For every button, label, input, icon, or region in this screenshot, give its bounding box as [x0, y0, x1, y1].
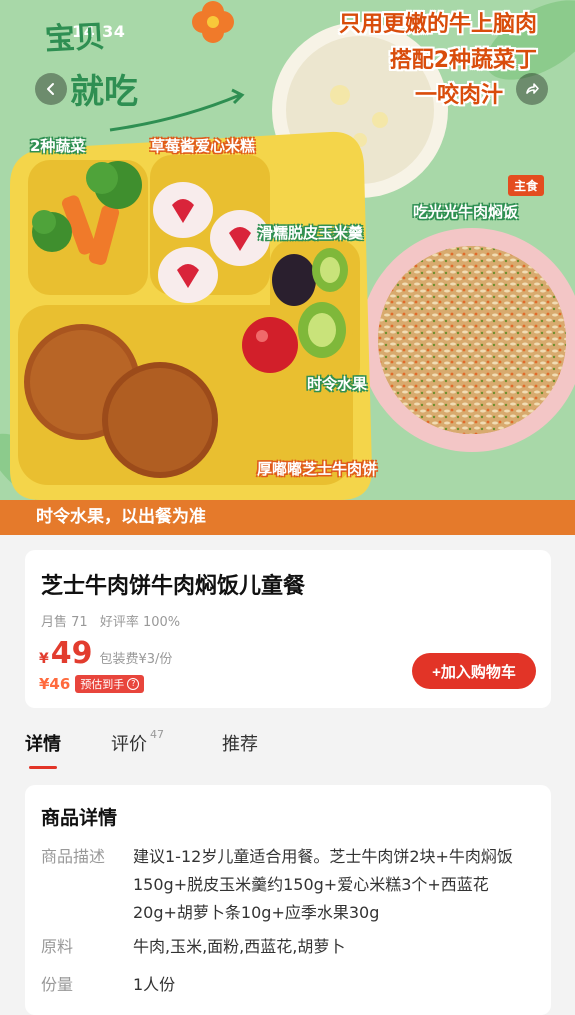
price-row: ¥ 49 包装费¥3/份: [39, 636, 172, 671]
detail-label: 份量: [41, 975, 74, 994]
product-title: 芝士牛肉饼牛肉焖饭儿童餐: [41, 574, 306, 599]
monthly-sales: 月售 71: [41, 615, 88, 630]
hero-banner: 时令水果，以出餐为准: [0, 500, 575, 535]
review-count: 47: [150, 728, 164, 741]
hero-label-rice-cake: 草莓酱爱心米糕: [150, 137, 256, 155]
currency-symbol: ¥: [39, 651, 49, 667]
tab-label: 详情: [25, 734, 61, 755]
hero-promo-line3: 一咬肉汁: [414, 83, 503, 108]
details-heading: 商品详情: [41, 807, 118, 829]
detail-label: 原料: [41, 937, 74, 956]
add-to-cart-button[interactable]: +加入购物车: [412, 653, 536, 689]
hero-promo-line1: 只用更嫩的牛上脑肉: [338, 12, 537, 37]
detail-tabs: 详情 评价 47 推荐: [0, 728, 575, 770]
packing-fee: 包装费¥3/份: [99, 652, 173, 667]
estimated-price-tag[interactable]: 预估到手 ?: [75, 675, 145, 693]
product-stats: 月售 71 好评率 100%: [41, 611, 188, 630]
tab-label: 推荐: [222, 734, 258, 755]
detail-label: 商品描述: [41, 847, 106, 866]
price: 49: [50, 636, 93, 671]
hero-label-veg: 2种蔬菜: [30, 137, 86, 155]
detail-value: 建议1-12岁儿童适合用餐。芝士牛肉饼2块+牛肉焖饭150g+脱皮玉米羹约150…: [133, 847, 513, 922]
estimated-price: ¥46: [39, 675, 71, 693]
estimated-label: 预估到手: [80, 678, 125, 691]
product-details-card: 商品详情 商品描述 建议1-12岁儿童适合用餐。芝士牛肉饼2块+牛肉焖饭150g…: [25, 785, 551, 1015]
detail-value: 牛肉,玉米,面粉,西蓝花,胡萝卜: [133, 937, 346, 956]
main-dish-badge: 主食: [508, 175, 545, 196]
tab-reviews[interactable]: 评价 47: [111, 728, 164, 756]
hero-label-patty: 厚嘟嘟芝士牛肉饼: [257, 460, 378, 478]
hero-promo-line2: 搭配2种蔬菜丁: [389, 48, 537, 73]
share-icon: [526, 83, 539, 94]
share-button[interactable]: [516, 73, 548, 105]
back-button[interactable]: [35, 73, 67, 105]
hero-label-rice: 吃光光牛肉焖饭: [413, 203, 519, 221]
product-hero-image: 14:34 宝贝 就吃 只用更嫩的牛上脑肉 搭配2种蔬菜丁 一咬肉汁 2种蔬菜 …: [0, 0, 575, 535]
active-tab-indicator: [29, 766, 57, 769]
estimated-price-row: ¥46 预估到手 ?: [39, 675, 145, 693]
tab-details[interactable]: 详情: [25, 730, 61, 756]
detail-value: 1人份: [133, 975, 176, 994]
positive-rating: 好评率 100%: [99, 615, 181, 630]
hero-label-corn-soup: 滑糯脱皮玉米羹: [258, 224, 364, 242]
tab-recommend[interactable]: 推荐: [222, 730, 258, 756]
question-icon: ?: [127, 678, 140, 690]
tab-label: 评价: [111, 734, 147, 755]
hero-label-fruit: 时令水果: [307, 375, 368, 393]
hero-slogan-line2: 就吃: [70, 72, 138, 112]
chevron-left-icon: [47, 83, 54, 95]
product-info-card: 芝士牛肉饼牛肉焖饭儿童餐 月售 71 好评率 100% ¥ 49 包装费¥3/份…: [25, 550, 551, 708]
hero-slogan-line1: 宝贝: [44, 19, 106, 58]
